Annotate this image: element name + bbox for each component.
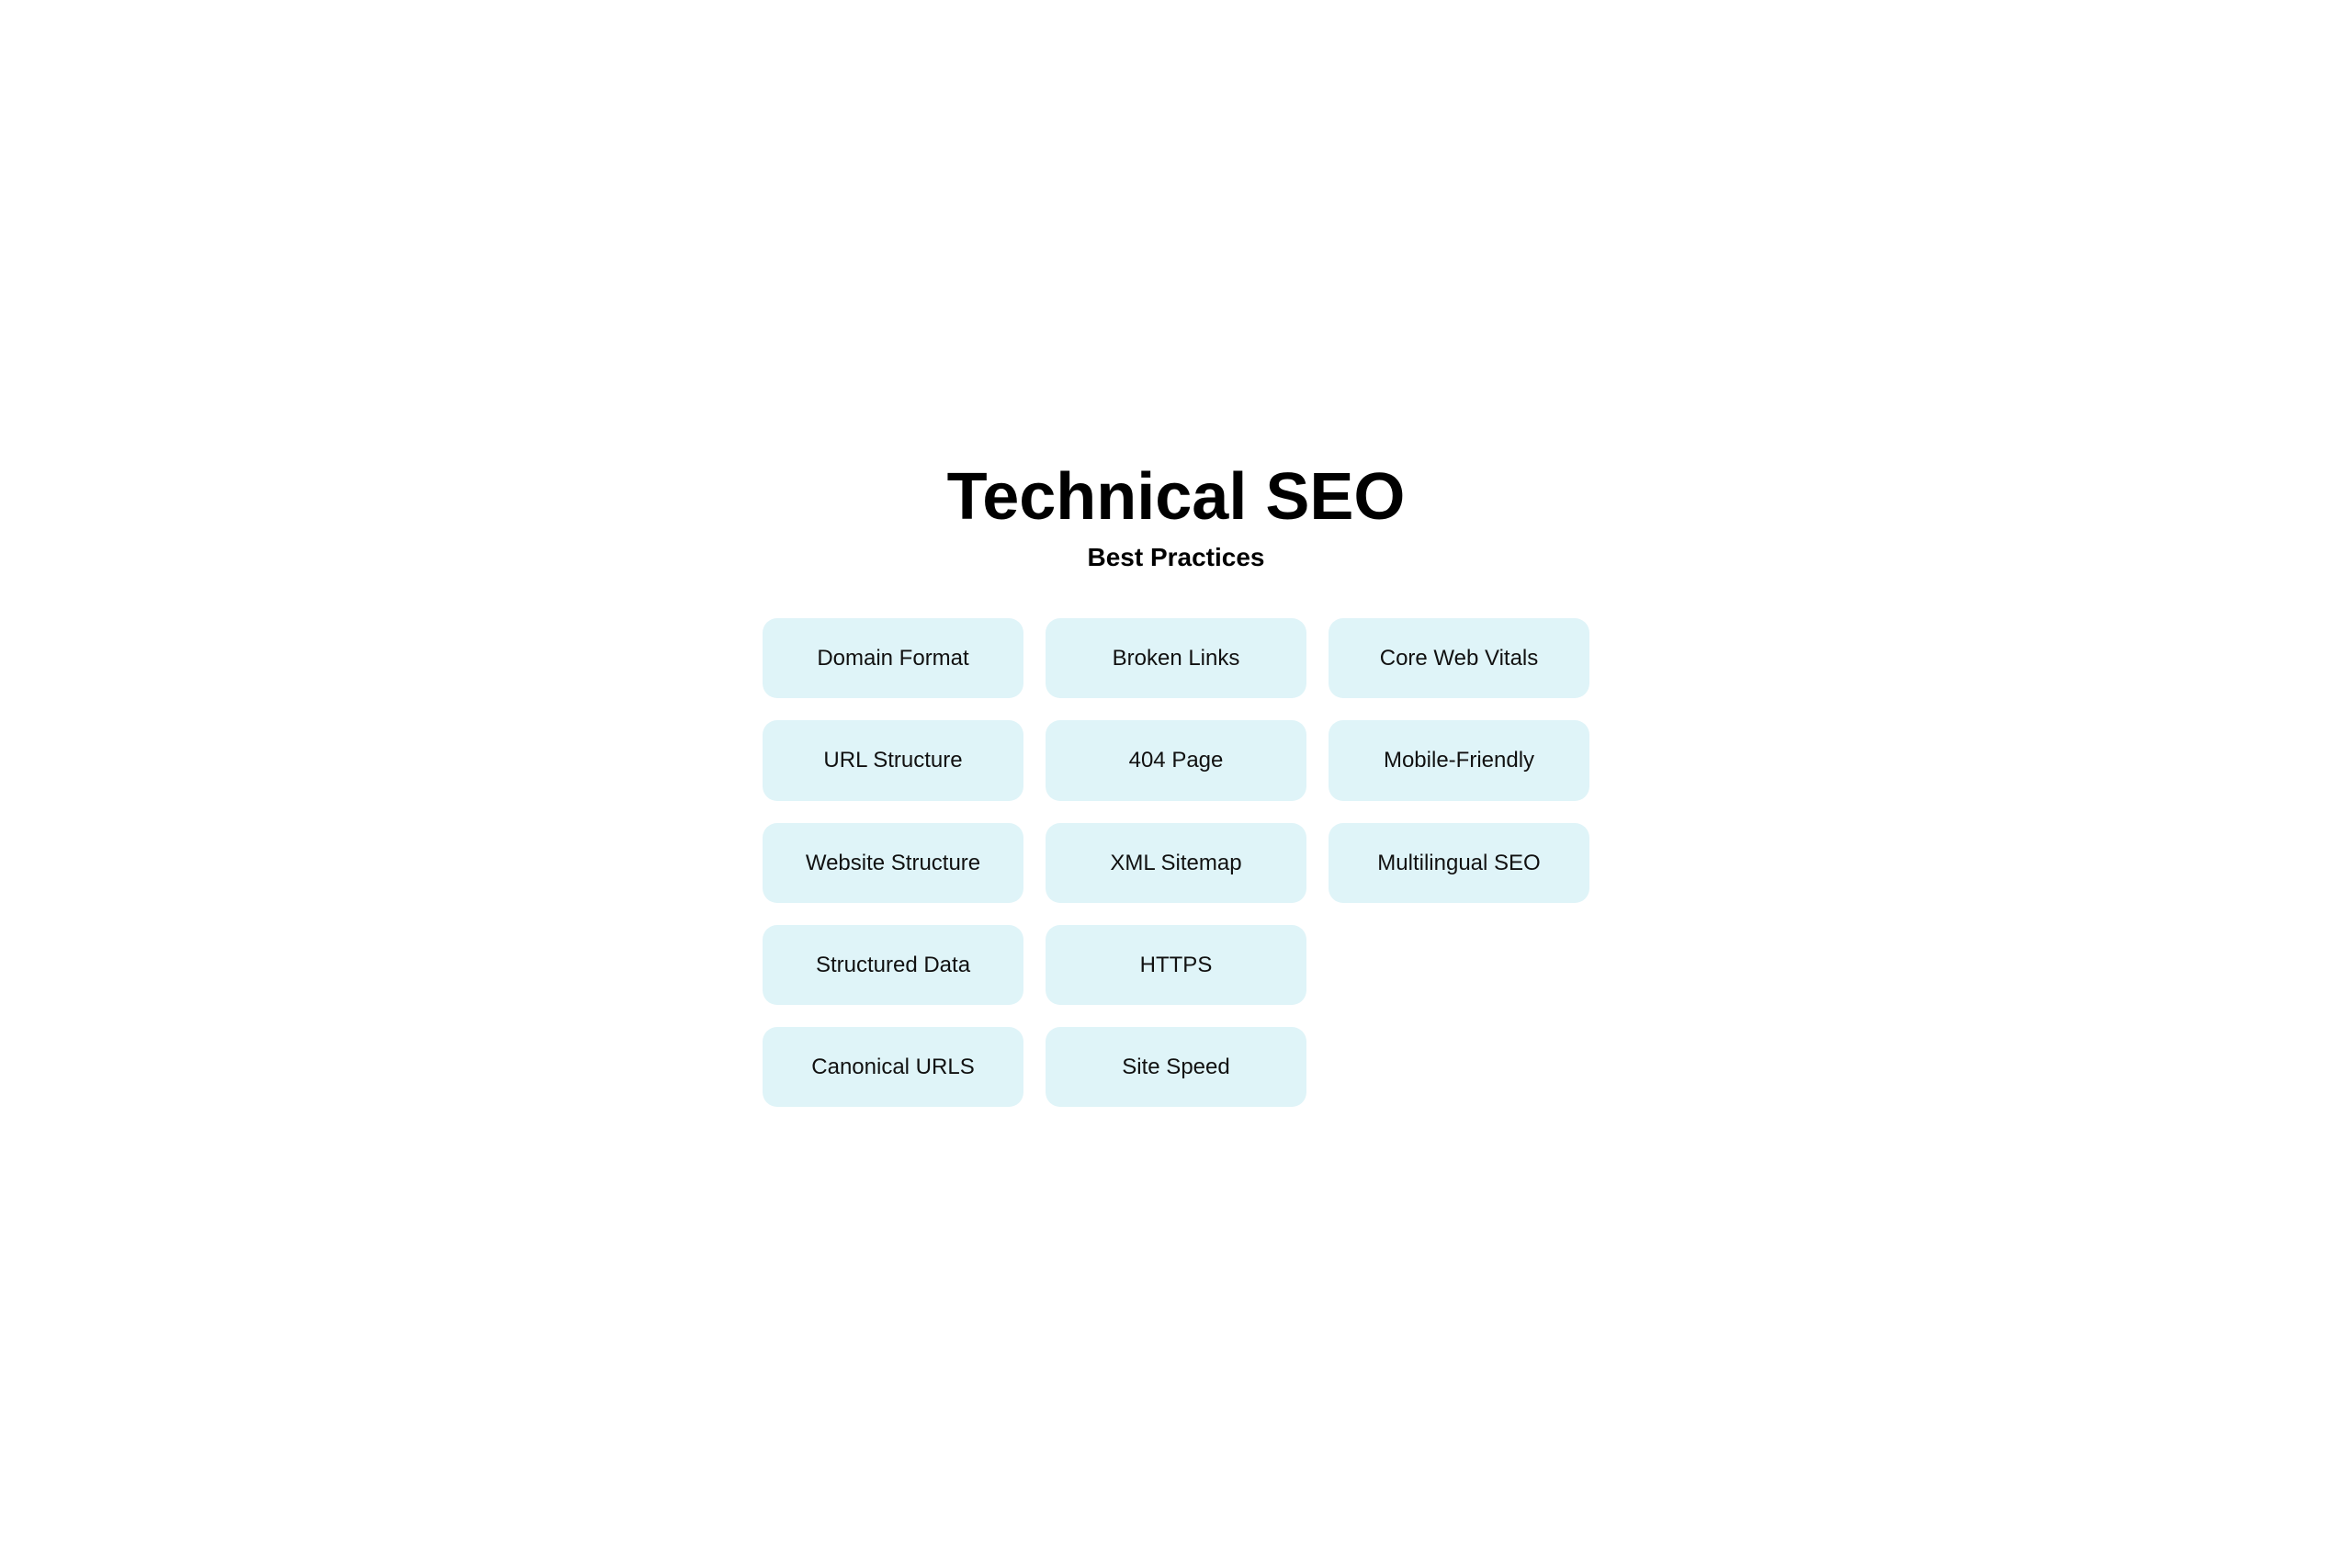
card-label-xml-sitemap: XML Sitemap xyxy=(1110,849,1241,877)
card-label-site-speed: Site Speed xyxy=(1122,1053,1229,1081)
card-label-url-structure: URL Structure xyxy=(823,746,962,774)
card-label-core-web-vitals: Core Web Vitals xyxy=(1380,644,1539,672)
card-label-multilingual-seo: Multilingual SEO xyxy=(1377,849,1540,877)
card-label-structured-data: Structured Data xyxy=(816,951,970,979)
card-label-website-structure: Website Structure xyxy=(806,849,980,877)
card-label-broken-links: Broken Links xyxy=(1113,644,1240,672)
header: Technical SEO Best Practices xyxy=(763,461,1589,572)
card-label-404-page: 404 Page xyxy=(1129,746,1224,774)
card-website-structure[interactable]: Website Structure xyxy=(763,823,1023,903)
cards-grid: Domain Format Broken Links Core Web Vitals… xyxy=(763,618,1589,1107)
card-404-page[interactable]: 404 Page xyxy=(1046,720,1306,800)
card-label-domain-format: Domain Format xyxy=(817,644,968,672)
card-xml-sitemap[interactable]: XML Sitemap xyxy=(1046,823,1306,903)
card-label-canonical-urls: Canonical URLS xyxy=(811,1053,974,1081)
card-structured-data[interactable]: Structured Data xyxy=(763,925,1023,1005)
card-empty-2 xyxy=(1329,1027,1589,1107)
main-title: Technical SEO xyxy=(763,461,1589,534)
card-domain-format[interactable]: Domain Format xyxy=(763,618,1023,698)
subtitle: Best Practices xyxy=(763,543,1589,572)
card-multilingual-seo[interactable]: Multilingual SEO xyxy=(1329,823,1589,903)
card-label-mobile-friendly: Mobile-Friendly xyxy=(1384,746,1534,774)
card-mobile-friendly[interactable]: Mobile-Friendly xyxy=(1329,720,1589,800)
card-empty-1 xyxy=(1329,925,1589,1005)
card-site-speed[interactable]: Site Speed xyxy=(1046,1027,1306,1107)
card-core-web-vitals[interactable]: Core Web Vitals xyxy=(1329,618,1589,698)
card-url-structure[interactable]: URL Structure xyxy=(763,720,1023,800)
page-container: Technical SEO Best Practices Domain Form… xyxy=(763,461,1589,1107)
card-https[interactable]: HTTPS xyxy=(1046,925,1306,1005)
card-label-https: HTTPS xyxy=(1140,951,1213,979)
card-broken-links[interactable]: Broken Links xyxy=(1046,618,1306,698)
card-canonical-urls[interactable]: Canonical URLS xyxy=(763,1027,1023,1107)
